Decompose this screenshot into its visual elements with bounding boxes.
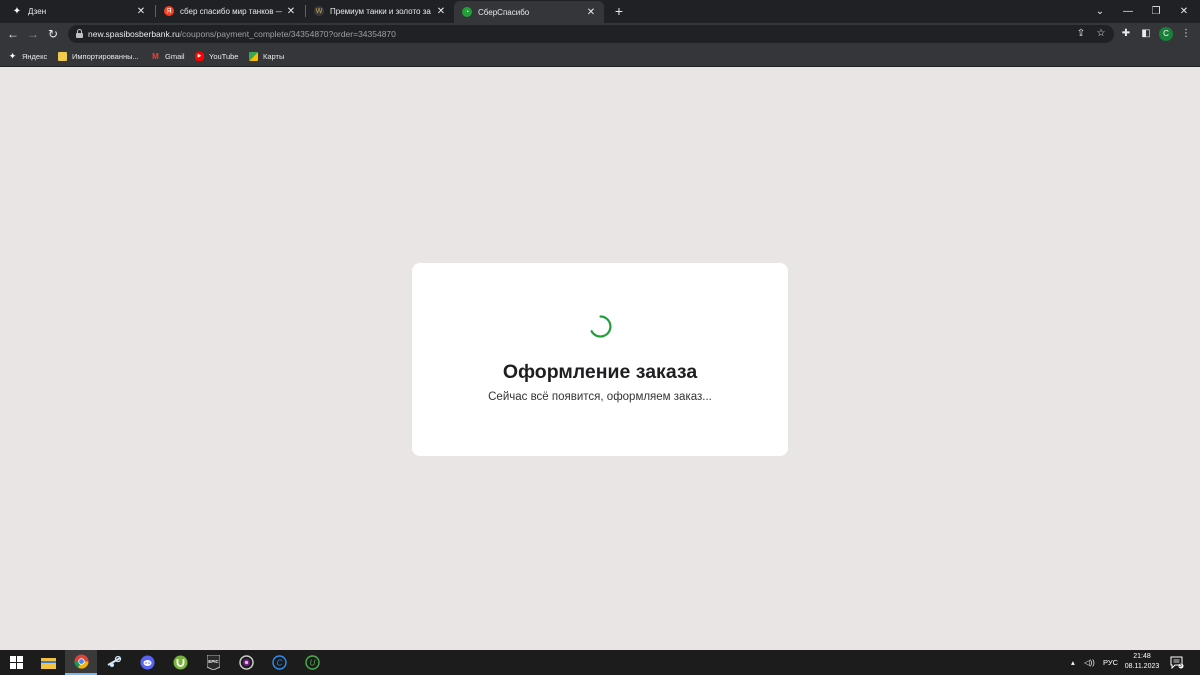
notifications-icon[interactable]: 3 — [1170, 650, 1184, 675]
windows-taskbar: EPIC C U ▴ ◁)) РУС 21:48 08.11.2023 3 — [0, 650, 1200, 675]
system-clock[interactable]: 21:48 08.11.2023 — [1122, 652, 1162, 672]
loading-spinner-icon — [590, 315, 612, 338]
address-bar[interactable]: new.spasibosberbank.ru/coupons/payment_c… — [68, 25, 1114, 43]
tab-dzen[interactable]: ✦ Дзен ✕ — [4, 0, 154, 22]
close-icon[interactable]: ✕ — [136, 6, 146, 17]
tab-title: сбер спасибо мир танков — Яндекс — [180, 6, 282, 16]
forward-icon[interactable]: → — [25, 26, 41, 42]
new-tab-button[interactable]: + — [611, 3, 627, 19]
bookmark-label: Яндекс — [22, 51, 48, 61]
bookmark-label: YouTube — [209, 51, 239, 61]
clock-time: 21:48 — [1133, 653, 1151, 660]
bookmark-label: Карты — [263, 51, 285, 61]
minimize-icon[interactable]: — — [1114, 0, 1142, 22]
yandex-star-icon: ✦ — [8, 50, 17, 61]
ccleaner-icon[interactable]: C — [263, 650, 295, 675]
utorrent-icon[interactable] — [164, 650, 196, 675]
tab-title: Премиум танки и золото за бонусы — [330, 6, 432, 16]
order-processing-dialog: Оформление заказа Сейчас всё появится, о… — [412, 263, 788, 456]
tanks-icon: W — [314, 6, 324, 16]
dialog-subtitle: Сейчас всё появится, оформляем заказ... — [488, 391, 712, 403]
tab-search-icon[interactable]: ⌄ — [1086, 0, 1114, 22]
gmail-icon: M — [152, 51, 159, 61]
side-panel-icon[interactable]: ◧ — [1138, 26, 1154, 42]
notification-count: 3 — [1179, 663, 1182, 669]
bookmark-imported-folder[interactable]: Импортированны... — [58, 50, 139, 62]
close-icon[interactable]: ✕ — [586, 7, 596, 18]
steam-icon[interactable] — [98, 650, 130, 675]
svg-text:C: C — [276, 659, 282, 668]
svg-text:EPIC: EPIC — [208, 659, 219, 664]
window-close-icon[interactable]: ✕ — [1170, 0, 1198, 22]
wot-game-center-icon[interactable] — [230, 650, 262, 675]
volume-icon[interactable]: ◁)) — [1084, 650, 1095, 675]
upwork-icon[interactable]: U — [296, 650, 328, 675]
bookmark-gmail[interactable]: M Gmail — [151, 50, 185, 62]
bookmarks-bar: ✦ Яндекс Импортированны... M Gmail ▶ You… — [0, 45, 1200, 67]
start-icon[interactable] — [0, 650, 32, 675]
bookmark-star-icon[interactable]: ☆ — [1094, 27, 1108, 41]
tab-strip: ✦ Дзен ✕ Я сбер спасибо мир танков — Янд… — [0, 0, 1200, 23]
close-icon[interactable]: ✕ — [286, 6, 296, 17]
bookmark-label: Gmail — [165, 51, 185, 61]
bookmark-yandex[interactable]: ✦ Яндекс — [8, 50, 48, 62]
clock-date: 08.11.2023 — [1124, 663, 1160, 670]
tab-sberspasibo[interactable]: ◔ СберСпасибо ✕ — [454, 1, 604, 23]
extensions-icon[interactable]: ✚ — [1118, 26, 1134, 42]
close-icon[interactable]: ✕ — [436, 6, 446, 17]
restore-icon[interactable]: ❐ — [1142, 0, 1170, 22]
youtube-icon: ▶ — [195, 51, 204, 61]
folder-icon — [58, 51, 67, 61]
lock-icon[interactable] — [76, 29, 83, 38]
language-indicator[interactable]: РУС — [1103, 650, 1118, 675]
url-path: /coupons/payment_complete/34354870?order… — [179, 29, 396, 39]
bookmark-maps[interactable]: Карты — [249, 50, 284, 62]
browser-toolbar: ← → ↻ new.spasibosberbank.ru/coupons/pay… — [0, 23, 1200, 45]
dialog-title: Оформление заказа — [502, 361, 698, 383]
bookmark-label: Импортированны... — [72, 51, 139, 61]
chrome-icon[interactable] — [65, 650, 97, 675]
maps-icon — [249, 51, 258, 61]
file-explorer-icon[interactable] — [32, 650, 64, 675]
tab-yandex-search[interactable]: Я сбер спасибо мир танков — Яндекс ✕ — [156, 0, 304, 22]
dzen-icon: ✦ — [12, 5, 22, 17]
url-host: new.spasibosberbank.ru — [88, 29, 180, 39]
url-text[interactable]: new.spasibosberbank.ru/coupons/payment_c… — [88, 29, 396, 39]
yandex-icon: Я — [164, 6, 174, 16]
epic-games-icon[interactable]: EPIC — [197, 650, 229, 675]
sberspasibo-icon: ◔ — [462, 7, 472, 17]
tab-premium-tanks[interactable]: W Премиум танки и золото за бонусы ✕ — [306, 0, 454, 22]
menu-icon[interactable]: ⋮ — [1178, 26, 1194, 42]
tray-overflow-icon[interactable]: ▴ — [1071, 650, 1075, 675]
back-icon[interactable]: ← — [5, 26, 21, 42]
discord-icon[interactable] — [131, 650, 163, 675]
tab-title: Дзен — [28, 6, 47, 16]
profile-avatar[interactable]: C — [1159, 27, 1173, 41]
reload-icon[interactable]: ↻ — [45, 26, 61, 42]
tab-title: СберСпасибо — [478, 7, 530, 17]
share-icon[interactable]: ⇪ — [1074, 27, 1088, 41]
svg-text:U: U — [309, 659, 315, 668]
bookmark-youtube[interactable]: ▶ YouTube — [195, 50, 238, 62]
page-content: Оформление заказа Сейчас всё появится, о… — [0, 68, 1200, 650]
